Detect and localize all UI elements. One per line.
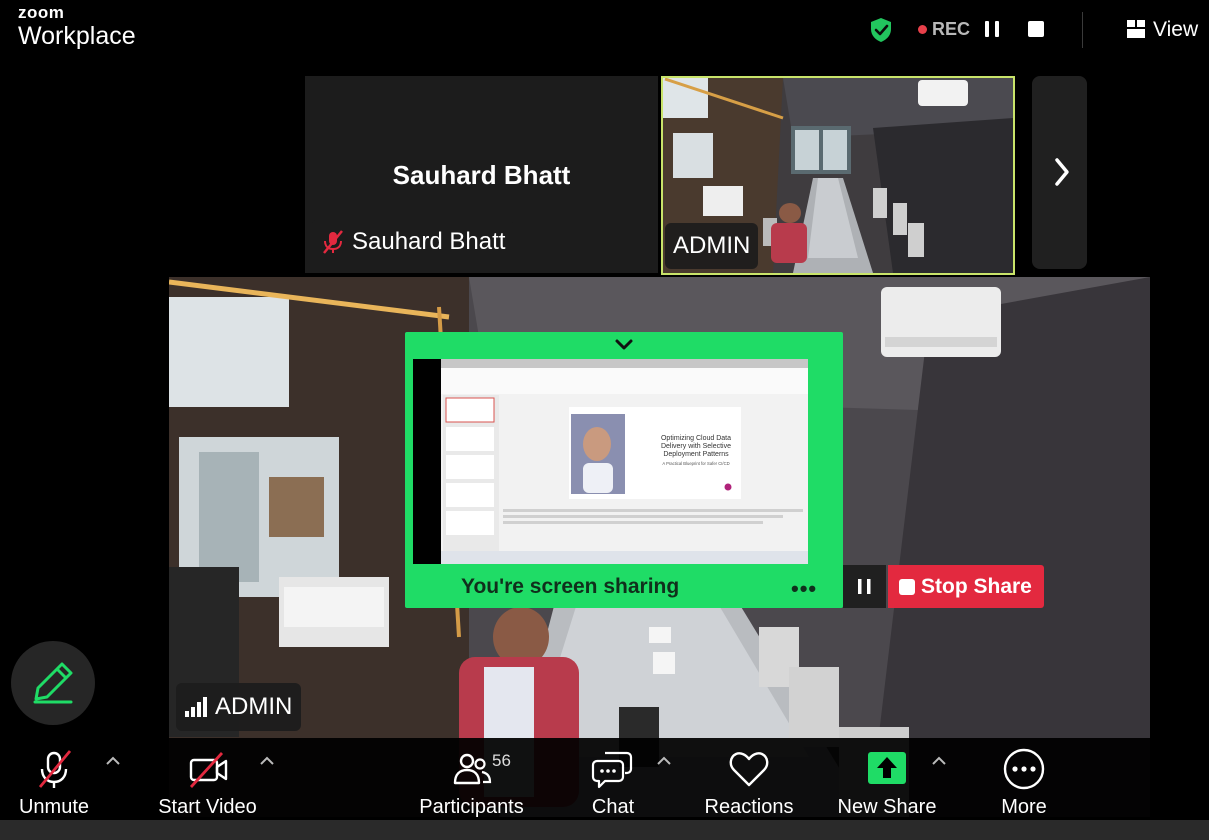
pencil-icon: [33, 662, 73, 704]
unmute-label: Unmute: [18, 796, 90, 818]
start-video-button[interactable]: Start Video: [150, 738, 265, 820]
view-grid-icon[interactable]: [1127, 20, 1145, 38]
svg-text:Deployment Patterns: Deployment Patterns: [663, 451, 729, 458]
screen-sharing-status: You're screen sharing: [461, 575, 680, 598]
chevron-right-icon: [1055, 158, 1069, 186]
participant-name-label: Sauhard Bhatt: [352, 228, 506, 255]
participants-button[interactable]: Participants: [414, 738, 529, 820]
participant-display-name: Sauhard Bhatt: [392, 160, 571, 190]
more-label: More: [1001, 796, 1047, 818]
chat-options-chevron-icon[interactable]: [656, 754, 672, 768]
reactions-button[interactable]: Reactions: [694, 738, 804, 820]
window-status-strip: [0, 820, 1209, 840]
chat-bubble-icon: [591, 751, 633, 789]
video-camera-off-icon: [189, 752, 227, 788]
shared-screen-preview: Optimizing Cloud Data Delivery with Sele…: [413, 359, 809, 564]
new-share-label: New Share: [837, 796, 937, 818]
video-name-tag: ADMIN: [176, 683, 302, 731]
stop-share-button[interactable]: Stop Share: [888, 565, 1044, 608]
svg-text:Optimizing Cloud Data: Optimizing Cloud Data: [661, 435, 731, 442]
participants-icon: [453, 753, 491, 785]
signal-strength-icon: [185, 697, 207, 717]
audio-options-chevron-icon[interactable]: [105, 754, 121, 768]
pause-icon: [858, 579, 871, 594]
video-name-label: ADMIN: [215, 693, 293, 720]
stop-share-label: Stop Share: [921, 574, 1032, 598]
chat-label: Chat: [591, 796, 635, 818]
microphone-muted-icon: [38, 750, 72, 788]
presentation-preview-image: Optimizing Cloud Data Delivery with Sele…: [441, 359, 809, 564]
participants-count-badge: 56: [492, 751, 511, 770]
annotate-button[interactable]: [11, 641, 95, 725]
unmute-button[interactable]: Unmute: [8, 738, 100, 820]
chat-button[interactable]: Chat: [572, 738, 654, 820]
svg-text:Delivery with Selective: Delivery with Selective: [661, 443, 731, 450]
svg-text:A Practical Blueprint for Safe: A Practical Blueprint for Safer CI/CD: [662, 461, 729, 466]
participant-tile-sauhard[interactable]: Sauhard Bhatt Sauhard Bhatt: [305, 76, 658, 273]
shield-check-icon[interactable]: [868, 17, 894, 43]
share-more-options-button[interactable]: •••: [791, 576, 817, 602]
participant-name-tag: ADMIN: [665, 223, 759, 269]
pause-recording-icon[interactable]: [985, 21, 999, 37]
share-options-chevron-icon[interactable]: [931, 754, 947, 768]
participant-name-label: ADMIN: [673, 232, 751, 259]
start-video-label: Start Video: [158, 796, 257, 818]
participant-tile-admin[interactable]: ADMIN: [661, 76, 1015, 275]
participants-label: Participants: [419, 796, 524, 818]
zoom-logo-text: zoom: [18, 3, 65, 22]
view-button[interactable]: View: [1153, 18, 1198, 42]
share-screen-upload-icon: [868, 752, 906, 784]
workplace-logo-text: Workplace: [18, 22, 136, 50]
chevron-down-icon[interactable]: [614, 338, 634, 352]
next-page-button[interactable]: [1032, 76, 1087, 269]
stop-icon: [899, 578, 915, 595]
pause-share-button[interactable]: [843, 565, 886, 608]
screen-sharing-banner[interactable]: Optimizing Cloud Data Delivery with Sele…: [405, 332, 843, 608]
heart-icon: [729, 752, 769, 787]
video-options-chevron-icon[interactable]: [259, 754, 275, 768]
more-button[interactable]: More: [982, 738, 1066, 820]
recording-dot-icon: [918, 25, 927, 34]
recording-label: REC: [932, 19, 971, 39]
more-options-icon: [1003, 748, 1045, 790]
muted-mic-icon: [323, 230, 343, 254]
meeting-toolbar: Unmute Start Video Participants 56 Chat: [0, 738, 1209, 820]
topbar-divider: [1082, 12, 1083, 48]
participant-name-tag: Sauhard Bhatt: [312, 219, 514, 265]
new-share-button[interactable]: New Share: [832, 738, 942, 820]
reactions-label: Reactions: [704, 796, 794, 818]
stop-recording-icon[interactable]: [1028, 21, 1044, 37]
